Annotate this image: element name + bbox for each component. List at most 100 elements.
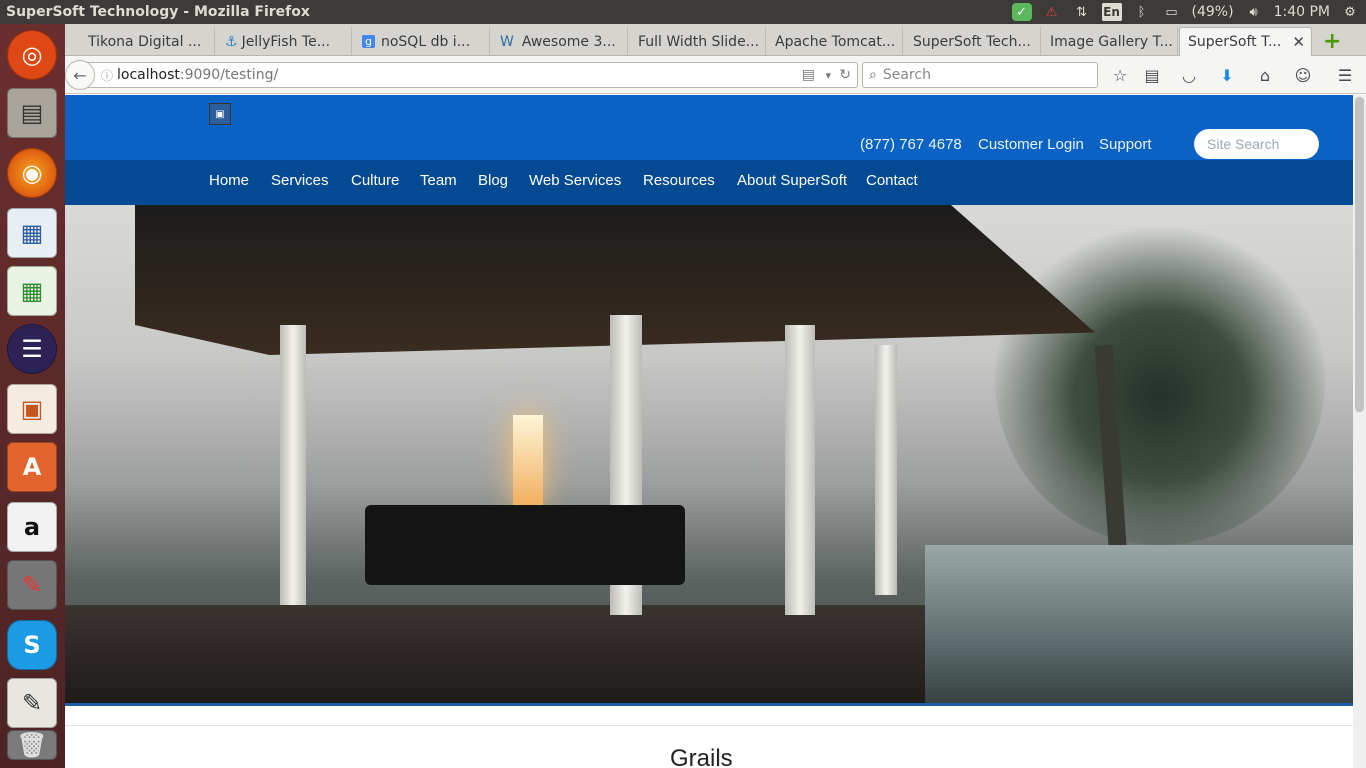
phone-number[interactable]: (877) 767 4678	[860, 136, 962, 153]
jellyfish-icon: ⚓	[225, 33, 238, 50]
menu-about[interactable]: About SuperSoft	[737, 172, 847, 189]
amazon-icon[interactable]: a	[7, 502, 57, 552]
software-center-icon[interactable]: A	[7, 442, 57, 492]
menu-culture[interactable]: Culture	[351, 172, 399, 189]
customer-login-link[interactable]: Customer Login	[978, 136, 1084, 153]
battery-icon[interactable]: ▭	[1162, 3, 1182, 21]
url-bar[interactable]: ← ⓘ localhost:9090/testing/ ▤ ▾ ↻	[65, 60, 858, 90]
menu-resources[interactable]: Resources	[643, 172, 715, 189]
tab[interactable]: Full Width Slide...	[630, 27, 766, 56]
menu-services[interactable]: Services	[271, 172, 329, 189]
reader-view-icon[interactable]: ▤	[802, 67, 815, 83]
tab-active[interactable]: SuperSoft T... ✕	[1179, 27, 1312, 56]
keyboard-layout-icon[interactable]: En	[1101, 3, 1122, 21]
deck-area	[65, 605, 925, 703]
tab[interactable]: W Awesome 3...	[492, 27, 628, 56]
tab-label: Image Gallery T...	[1050, 33, 1173, 50]
url-path: :9090/testing/	[179, 67, 279, 83]
clock[interactable]: 1:40 PM	[1274, 4, 1330, 20]
google-icon: g	[362, 35, 375, 48]
history-dropdown-icon[interactable]: ▾	[825, 69, 831, 82]
tab[interactable]: g noSQL db i...	[354, 27, 490, 56]
firefox-icon[interactable]: ◉	[7, 148, 57, 198]
tab-label: Awesome 3...	[521, 33, 616, 50]
back-arrow-icon[interactable]: ←	[65, 60, 95, 90]
browser-search-field[interactable]: ⌕ Search	[862, 62, 1098, 88]
site-info-icon[interactable]: ⓘ	[101, 67, 113, 84]
menu-web-services[interactable]: Web Services	[529, 172, 621, 189]
section-divider	[65, 725, 1353, 726]
tab-label: SuperSoft Tech...	[913, 33, 1031, 50]
os-top-panel: SuperSoft Technology - Mozilla Firefox ✓…	[0, 0, 1366, 24]
tab-label: Tikona Digital ...	[88, 33, 202, 50]
search-placeholder: Search	[882, 67, 931, 83]
tab[interactable]: Image Gallery T...	[1042, 27, 1178, 56]
chat-icon[interactable]: ☺	[1291, 63, 1315, 87]
downloads-icon[interactable]: ⬇	[1215, 63, 1239, 87]
infinity-pool	[925, 545, 1353, 703]
ubuntu-icon[interactable]: ◎	[7, 30, 57, 80]
scrollbar-thumb[interactable]	[1355, 97, 1364, 412]
search-icon: ⌕	[869, 67, 877, 83]
tab-label: Apache Tomcat...	[775, 33, 896, 50]
pillar	[875, 345, 897, 595]
broken-logo-image-icon[interactable]: ▣	[209, 103, 231, 125]
tab[interactable]: Apache Tomcat...	[767, 27, 903, 56]
site-header: ▣ (877) 767 4678 Customer Login Support …	[65, 95, 1353, 160]
trash-icon[interactable]: 🗑︎	[7, 730, 57, 760]
site-search-input[interactable]: Site Search	[1194, 129, 1319, 159]
url-host: localhost	[117, 67, 180, 83]
tab[interactable]: ⚓ JellyFish Te...	[217, 27, 352, 56]
unity-launcher: ◎ ▤ ◉ ▦ ▦ ☰ ▣ A a ✎ S ✎ 🗑︎	[0, 24, 65, 768]
tab-label: JellyFish Te...	[241, 33, 331, 50]
wordpress-icon: W	[500, 33, 514, 50]
section-heading: Grails	[670, 745, 733, 768]
new-tab-icon[interactable]: +	[1323, 29, 1341, 54]
tab-strip: Tikona Digital ... ⚓ JellyFish Te... g noS…	[65, 24, 1366, 56]
tab[interactable]: Tikona Digital ...	[80, 27, 215, 56]
menu-hamburger-icon[interactable]: ☰	[1333, 63, 1357, 87]
bookmark-star-icon[interactable]: ☆	[1108, 63, 1132, 87]
page-scrollbar[interactable]	[1353, 95, 1366, 768]
menu-team[interactable]: Team	[420, 172, 457, 189]
palm-foliage	[995, 215, 1325, 545]
home-icon[interactable]: ⌂	[1253, 63, 1277, 87]
dining-table	[365, 505, 685, 585]
system-tray: ✓ ⚠ ⇅ En ᛒ ▭ (49%) 🔊︎ 1:40 PM ⚙	[1011, 0, 1360, 24]
close-tab-icon[interactable]: ✕	[1292, 33, 1305, 51]
volume-icon[interactable]: 🔊︎	[1244, 3, 1264, 21]
power-gear-icon[interactable]: ⚙	[1340, 3, 1360, 21]
tab-label: Full Width Slide...	[638, 33, 760, 50]
tab-label: SuperSoft T...	[1188, 34, 1282, 50]
menu-blog[interactable]: Blog	[478, 172, 508, 189]
settings-icon[interactable]: ✎	[7, 560, 57, 610]
hero-bottom-border	[65, 703, 1353, 706]
impress-icon[interactable]: ▣	[7, 384, 57, 434]
files-icon[interactable]: ▤	[7, 88, 57, 138]
pillar	[280, 325, 306, 605]
writer-icon[interactable]: ▦	[7, 208, 57, 258]
site-search-placeholder: Site Search	[1207, 136, 1280, 152]
calc-icon[interactable]: ▦	[7, 266, 57, 316]
battery-percent: (49%)	[1191, 4, 1234, 20]
support-link[interactable]: Support	[1099, 136, 1152, 153]
network-icon[interactable]: ⇅	[1072, 3, 1092, 21]
window-title: SuperSoft Technology - Mozilla Firefox	[6, 4, 310, 20]
pocket-icon[interactable]: ◡	[1177, 63, 1201, 87]
navigation-toolbar: ← ⓘ localhost:9090/testing/ ▤ ▾ ↻ ⌕ Sear…	[65, 56, 1366, 94]
warning-icon[interactable]: ⚠	[1042, 3, 1062, 21]
pillar	[785, 325, 815, 615]
tab-label: noSQL db i...	[380, 33, 471, 50]
update-check-icon[interactable]: ✓	[1011, 3, 1032, 21]
text-editor-icon[interactable]: ✎	[7, 678, 57, 728]
tab[interactable]: SuperSoft Tech...	[905, 27, 1041, 56]
menu-home[interactable]: Home	[209, 172, 249, 189]
bookmarks-list-icon[interactable]: ▤	[1140, 63, 1164, 87]
reload-icon[interactable]: ↻	[839, 67, 851, 83]
skype-icon[interactable]: S	[7, 620, 57, 670]
main-menu: Home Services Culture Team Blog Web Serv…	[65, 160, 1353, 205]
hero-slider[interactable]	[65, 205, 1353, 703]
menu-contact[interactable]: Contact	[866, 172, 918, 189]
eclipse-icon[interactable]: ☰	[7, 324, 57, 374]
bluetooth-icon[interactable]: ᛒ	[1132, 3, 1152, 21]
